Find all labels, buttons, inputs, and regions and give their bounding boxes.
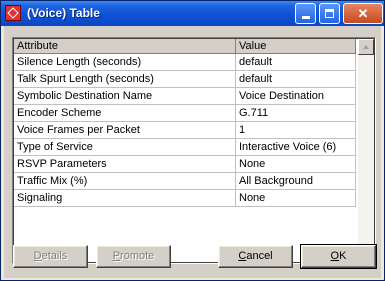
minimize-icon — [302, 16, 310, 19]
value-cell[interactable]: None — [236, 190, 356, 207]
ok-button[interactable]: OK — [300, 244, 377, 269]
value-cell[interactable]: default — [236, 71, 356, 88]
maximize-button[interactable] — [319, 3, 340, 24]
voice-table-dialog: (Voice) Table ✕ Attribute Value Silence … — [0, 0, 385, 281]
table-row[interactable]: Encoder Scheme G.711 — [14, 105, 356, 122]
scroll-up-button[interactable] — [358, 39, 374, 55]
cancel-label: ancel — [246, 250, 273, 262]
attribute-cell: RSVP Parameters — [14, 156, 236, 173]
ok-mnemonic: O — [330, 250, 340, 262]
attribute-cell: Talk Spurt Length (seconds) — [14, 71, 236, 88]
close-icon: ✕ — [357, 6, 369, 21]
table-row[interactable]: Signaling None — [14, 190, 356, 207]
table-row[interactable]: Silence Length (seconds) default — [14, 54, 356, 71]
value-cell[interactable]: default — [236, 54, 356, 71]
attribute-cell: Encoder Scheme — [14, 105, 236, 122]
value-cell[interactable]: G.711 — [236, 105, 356, 122]
value-cell[interactable]: All Background — [236, 173, 356, 190]
attribute-cell: Type of Service — [14, 139, 236, 156]
scroll-up-icon — [363, 45, 369, 49]
attribute-cell: Voice Frames per Packet — [14, 122, 236, 139]
details-button[interactable]: Details — [13, 245, 88, 268]
attribute-cell: Traffic Mix (%) — [14, 173, 236, 190]
details-label: etails — [41, 250, 68, 262]
table-header: Attribute Value — [14, 39, 356, 54]
value-cell[interactable]: Voice Destination — [236, 88, 356, 105]
title-bar[interactable]: (Voice) Table ✕ — [1, 1, 384, 26]
cancel-button[interactable]: Cancel — [218, 245, 293, 268]
attribute-cell: Silence Length (seconds) — [14, 54, 236, 71]
app-icon[interactable] — [5, 5, 21, 21]
promote-mnemonic: P — [112, 250, 121, 262]
maximize-icon — [325, 9, 334, 18]
table-row[interactable]: Talk Spurt Length (seconds) default — [14, 71, 356, 88]
close-button[interactable]: ✕ — [343, 3, 383, 24]
dialog-body: Attribute Value Silence Length (seconds)… — [4, 26, 381, 278]
table-row[interactable]: Traffic Mix (%) All Background — [14, 173, 356, 190]
column-header-value[interactable]: Value — [236, 39, 356, 54]
attribute-cell: Signaling — [14, 190, 236, 207]
vertical-scrollbar[interactable] — [358, 39, 374, 262]
table-row[interactable]: Type of Service Interactive Voice (6) — [14, 139, 356, 156]
value-cell[interactable]: None — [236, 156, 356, 173]
table-grid: Attribute Value Silence Length (seconds)… — [14, 39, 356, 262]
promote-label: romote — [120, 250, 155, 262]
minimize-button[interactable] — [295, 3, 316, 24]
attribute-table: Attribute Value Silence Length (seconds)… — [12, 37, 376, 264]
promote-button[interactable]: Promote — [96, 245, 171, 268]
column-header-attribute[interactable]: Attribute — [14, 39, 236, 54]
window-title: (Voice) Table — [27, 6, 100, 20]
table-row[interactable]: Symbolic Destination Name Voice Destinat… — [14, 88, 356, 105]
value-cell[interactable]: 1 — [236, 122, 356, 139]
table-row[interactable]: Voice Frames per Packet 1 — [14, 122, 356, 139]
ok-label: K — [339, 250, 347, 262]
details-mnemonic: D — [33, 250, 42, 262]
attribute-cell: Symbolic Destination Name — [14, 88, 236, 105]
value-cell[interactable]: Interactive Voice (6) — [236, 139, 356, 156]
table-row[interactable]: RSVP Parameters None — [14, 156, 356, 173]
